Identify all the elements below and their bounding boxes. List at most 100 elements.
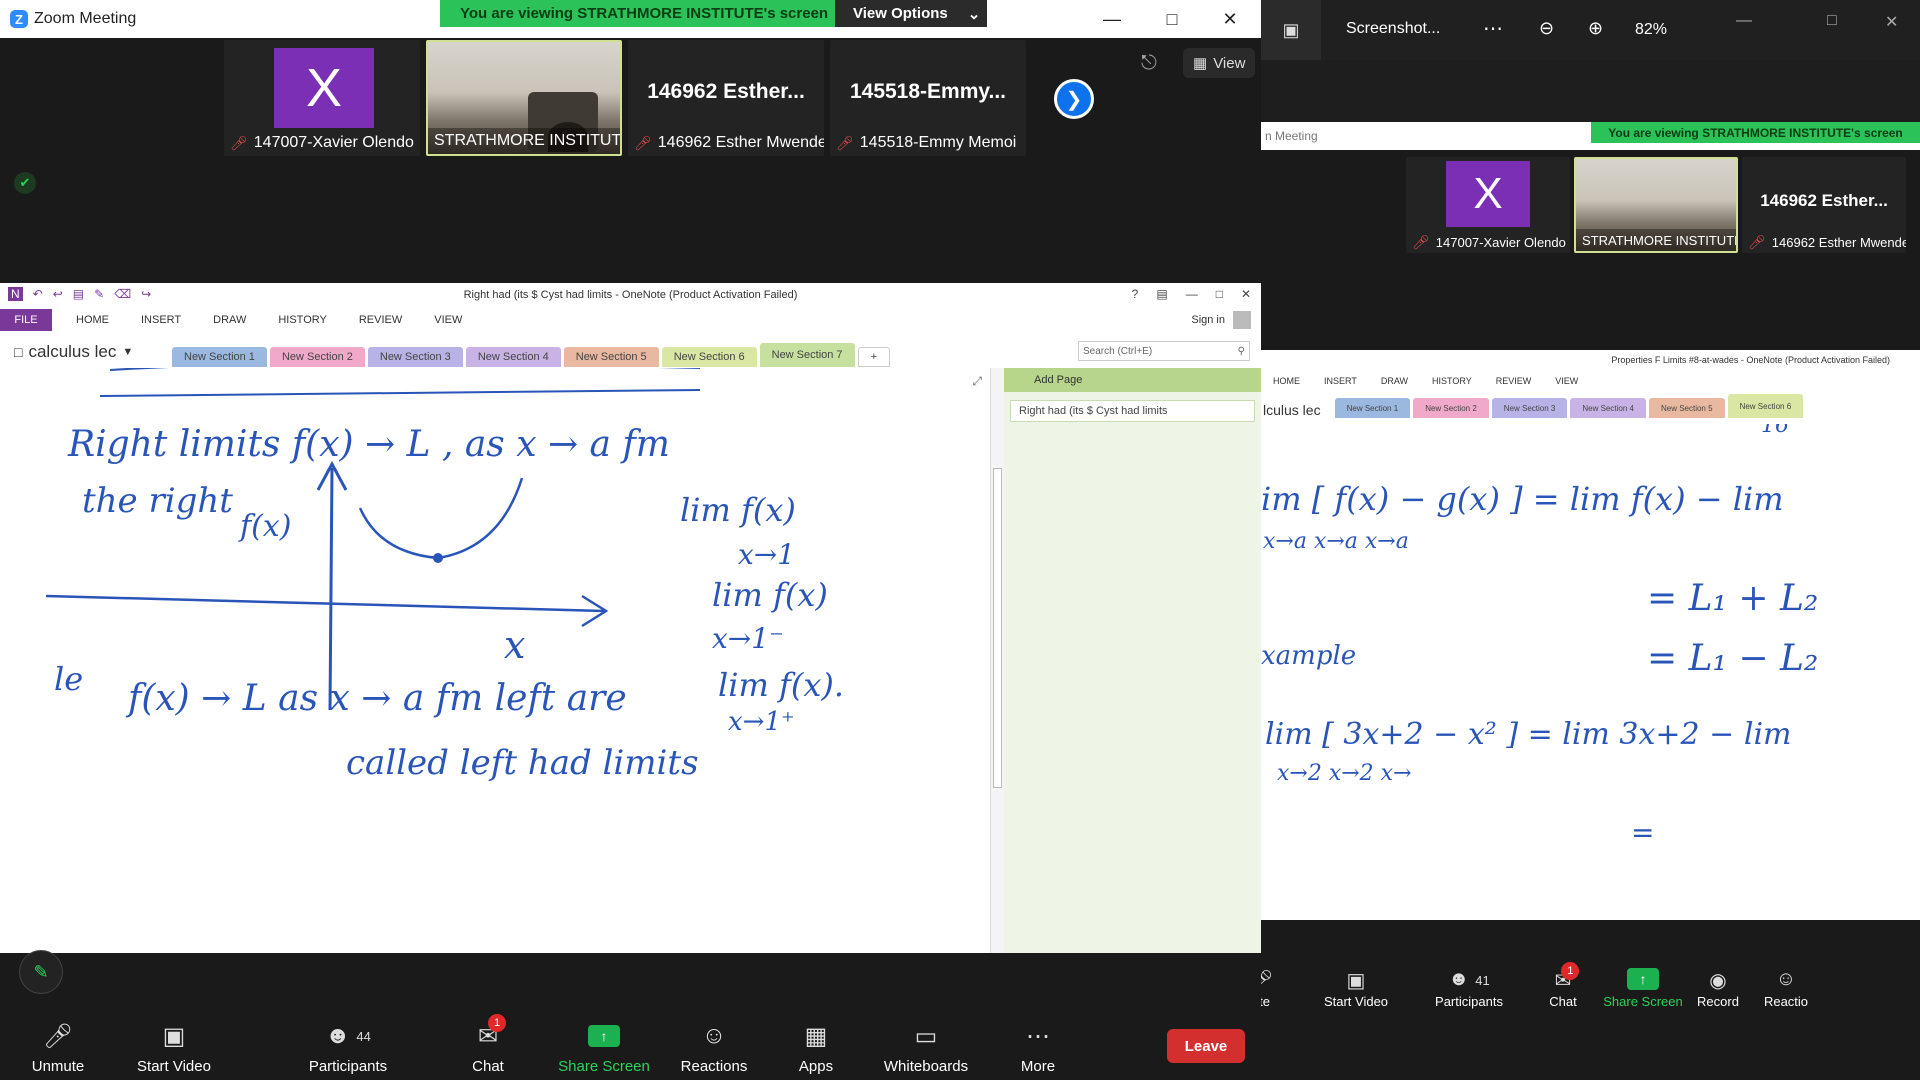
section-tab[interactable]: New Section 7 xyxy=(759,343,855,367)
minimize-icon[interactable]: — xyxy=(1736,12,1752,30)
ribbon-review[interactable]: REVIEW xyxy=(359,314,402,326)
ribbon-history[interactable]: HISTORY xyxy=(1432,376,1472,386)
more-options-icon[interactable]: ⋯ xyxy=(1483,16,1503,41)
section-tab[interactable]: New Section 3 xyxy=(1491,398,1568,418)
participant-tile[interactable]: X 🎤︎ 147007-Xavier Olendo xyxy=(1406,157,1570,253)
section-tab[interactable]: New Section 2 xyxy=(1413,398,1489,418)
security-shield-icon[interactable]: ✔ xyxy=(14,172,36,194)
annotate-pen-icon[interactable]: ✎ xyxy=(19,950,63,994)
apps-control[interactable]: ▦ Apps xyxy=(776,1020,856,1076)
mic-off-control[interactable]: 🎤︎ Unmute xyxy=(18,1020,98,1076)
add-section-button[interactable]: + xyxy=(857,347,890,367)
participant-tile[interactable]: 146962 Esther... 🎤︎ 146962 Esther Mwende xyxy=(1742,157,1906,253)
section-tab[interactable]: New Section 3 xyxy=(367,347,463,367)
section-tab[interactable]: New Section 6 xyxy=(1727,394,1804,418)
next-page-button[interactable]: ❯ xyxy=(1054,79,1094,119)
people-icon: ☻ 41 xyxy=(1448,968,1490,990)
ribbon-view[interactable]: VIEW xyxy=(434,314,462,326)
people-control[interactable]: ☻ 44 Participants xyxy=(308,1020,388,1075)
help-icon[interactable]: ? xyxy=(1132,287,1139,301)
notebook-selector[interactable]: □ calculus lec ▼ xyxy=(0,337,172,367)
ribbon-home[interactable]: HOME xyxy=(1273,376,1300,386)
section-tab[interactable]: New Section 5 xyxy=(563,347,659,367)
participant-name: 147007-Xavier Olendo xyxy=(253,134,414,151)
maximize-icon[interactable]: □ xyxy=(1142,0,1202,38)
section-tab[interactable]: New Section 4 xyxy=(1570,398,1646,418)
close-icon[interactable]: ✕ xyxy=(1241,287,1251,301)
ribbon-draw[interactable]: DRAW xyxy=(1381,376,1408,386)
maximize-icon[interactable]: □ xyxy=(1216,287,1223,301)
gallery-icon[interactable]: ▣ xyxy=(1261,0,1321,60)
record-label: Record xyxy=(1697,994,1739,1009)
whiteboard-control[interactable]: ▭ Whiteboards xyxy=(884,1020,968,1076)
zoom-out-icon[interactable]: ⊖ xyxy=(1539,18,1554,39)
people-control[interactable]: ☻ 41 Participants xyxy=(1429,968,1509,1009)
emoji-control[interactable]: ☺ Reactions xyxy=(674,1020,754,1075)
share-label: Share Screen xyxy=(558,1058,650,1075)
participant-tile[interactable]: X 🎤︎ 147007-Xavier Olendo xyxy=(224,40,420,156)
minimize-icon[interactable]: — xyxy=(1186,287,1198,301)
share-control[interactable]: ↑ Share Screen xyxy=(1603,968,1683,1009)
section-tab[interactable]: New Section 1 xyxy=(1334,398,1411,418)
close-icon[interactable]: ✕ xyxy=(1885,12,1898,32)
participant-gallery: X 🎤︎ 147007-Xavier Olendo STRATHMORE INST… xyxy=(224,40,1026,156)
chat-control[interactable]: ✉ 1 Chat xyxy=(1523,962,1603,1009)
minimize-icon[interactable]: — xyxy=(1082,0,1142,38)
view-options-button[interactable]: View Options ⌄ xyxy=(835,0,987,27)
ribbon-history[interactable]: HISTORY xyxy=(278,314,327,326)
chat-control[interactable]: ✉ 1 Chat xyxy=(448,1014,528,1075)
leave-button[interactable]: Leave xyxy=(1167,1029,1245,1063)
user-avatar-icon[interactable] xyxy=(1233,311,1251,329)
ribbon-view[interactable]: VIEW xyxy=(1555,376,1578,386)
participant-display-name: 145518-Emmy... xyxy=(849,80,1007,103)
expand-icon[interactable]: ⤢ xyxy=(972,374,982,389)
emoji-control[interactable]: ☺ Reactio xyxy=(1746,968,1826,1009)
ribbon-home[interactable]: HOME xyxy=(76,314,109,326)
zoom-logo-icon: Z xyxy=(10,10,28,28)
notebook-name[interactable]: lculus lec xyxy=(1263,402,1321,418)
add-page-button[interactable]: Add Page xyxy=(1004,368,1261,392)
ribbon-review[interactable]: REVIEW xyxy=(1496,376,1532,386)
participant-tile[interactable]: STRATHMORE INSTITUTE xyxy=(1574,157,1738,253)
section-tab[interactable]: New Section 5 xyxy=(1648,398,1725,418)
more-control[interactable]: ⋯ More xyxy=(998,1020,1078,1076)
back-icon[interactable]: ↶ xyxy=(33,287,43,301)
camera-off-control[interactable]: ▣ Start Video xyxy=(134,1020,214,1076)
ribbon-insert[interactable]: INSERT xyxy=(141,314,181,326)
window-title: Zoom Meeting xyxy=(34,10,137,27)
pen-icon[interactable]: ✎ xyxy=(94,287,104,301)
mic-off-control[interactable]: 🎤︎ute xyxy=(1261,968,1301,1009)
maximize-icon[interactable]: □ xyxy=(1827,12,1837,30)
section-tab[interactable]: New Section 4 xyxy=(465,347,561,367)
camera-off-icon: ▣ xyxy=(162,1022,186,1050)
eraser-icon[interactable]: ⌫ xyxy=(114,287,131,301)
zoom-in-icon[interactable]: ⊕ xyxy=(1588,18,1603,39)
mic-off-icon: 🎤︎ xyxy=(836,134,854,151)
switch-camera-icon[interactable]: ⎋ xyxy=(1141,52,1157,75)
participant-tile[interactable]: 145518-Emmy... 🎤︎ 145518-Emmy Memoi xyxy=(830,40,1026,156)
camera-off-control[interactable]: ▣ Start Video xyxy=(1316,968,1396,1009)
sign-in-link[interactable]: Sign in xyxy=(1191,314,1225,326)
close-icon[interactable]: ✕ xyxy=(1200,0,1260,38)
page-item[interactable]: Right had (its $ Cyst had limits xyxy=(1010,400,1255,422)
restore-icon[interactable]: ▤ xyxy=(1156,287,1167,301)
ribbon-file[interactable]: FILE xyxy=(0,309,52,331)
share-control[interactable]: ↑ Share Screen xyxy=(558,1020,650,1075)
section-tab[interactable]: New Section 1 xyxy=(172,347,267,367)
redo-icon[interactable]: ↪ xyxy=(141,287,151,301)
ribbon-insert[interactable]: INSERT xyxy=(1324,376,1357,386)
vertical-scrollbar[interactable] xyxy=(990,368,1004,953)
dock-icon[interactable]: ▤ xyxy=(73,287,84,301)
section-tab[interactable]: New Section 6 xyxy=(661,347,757,367)
view-button[interactable]: ▦ View xyxy=(1183,48,1256,78)
section-tab[interactable]: New Section 2 xyxy=(269,347,365,367)
participant-tile[interactable]: STRATHMORE INSTITUTE xyxy=(426,40,622,156)
ink-line-3: = L₁ − L₂ xyxy=(1647,638,1818,679)
shared-screen-onenote: Right had (its $ Cyst had limits - OneNo… xyxy=(0,283,1261,953)
participant-tile[interactable]: 146962 Esther... 🎤︎ 146962 Esther Mwende xyxy=(628,40,824,156)
search-box[interactable]: Search (Ctrl+E) ⚲ xyxy=(1078,341,1250,361)
ribbon-draw[interactable]: DRAW xyxy=(213,314,246,326)
undo-icon[interactable]: ↩ xyxy=(53,287,63,301)
note-canvas[interactable]: Right limits f(x) → L , as x → a fm the … xyxy=(0,362,990,953)
viewer-title: Screenshot... xyxy=(1346,20,1441,37)
